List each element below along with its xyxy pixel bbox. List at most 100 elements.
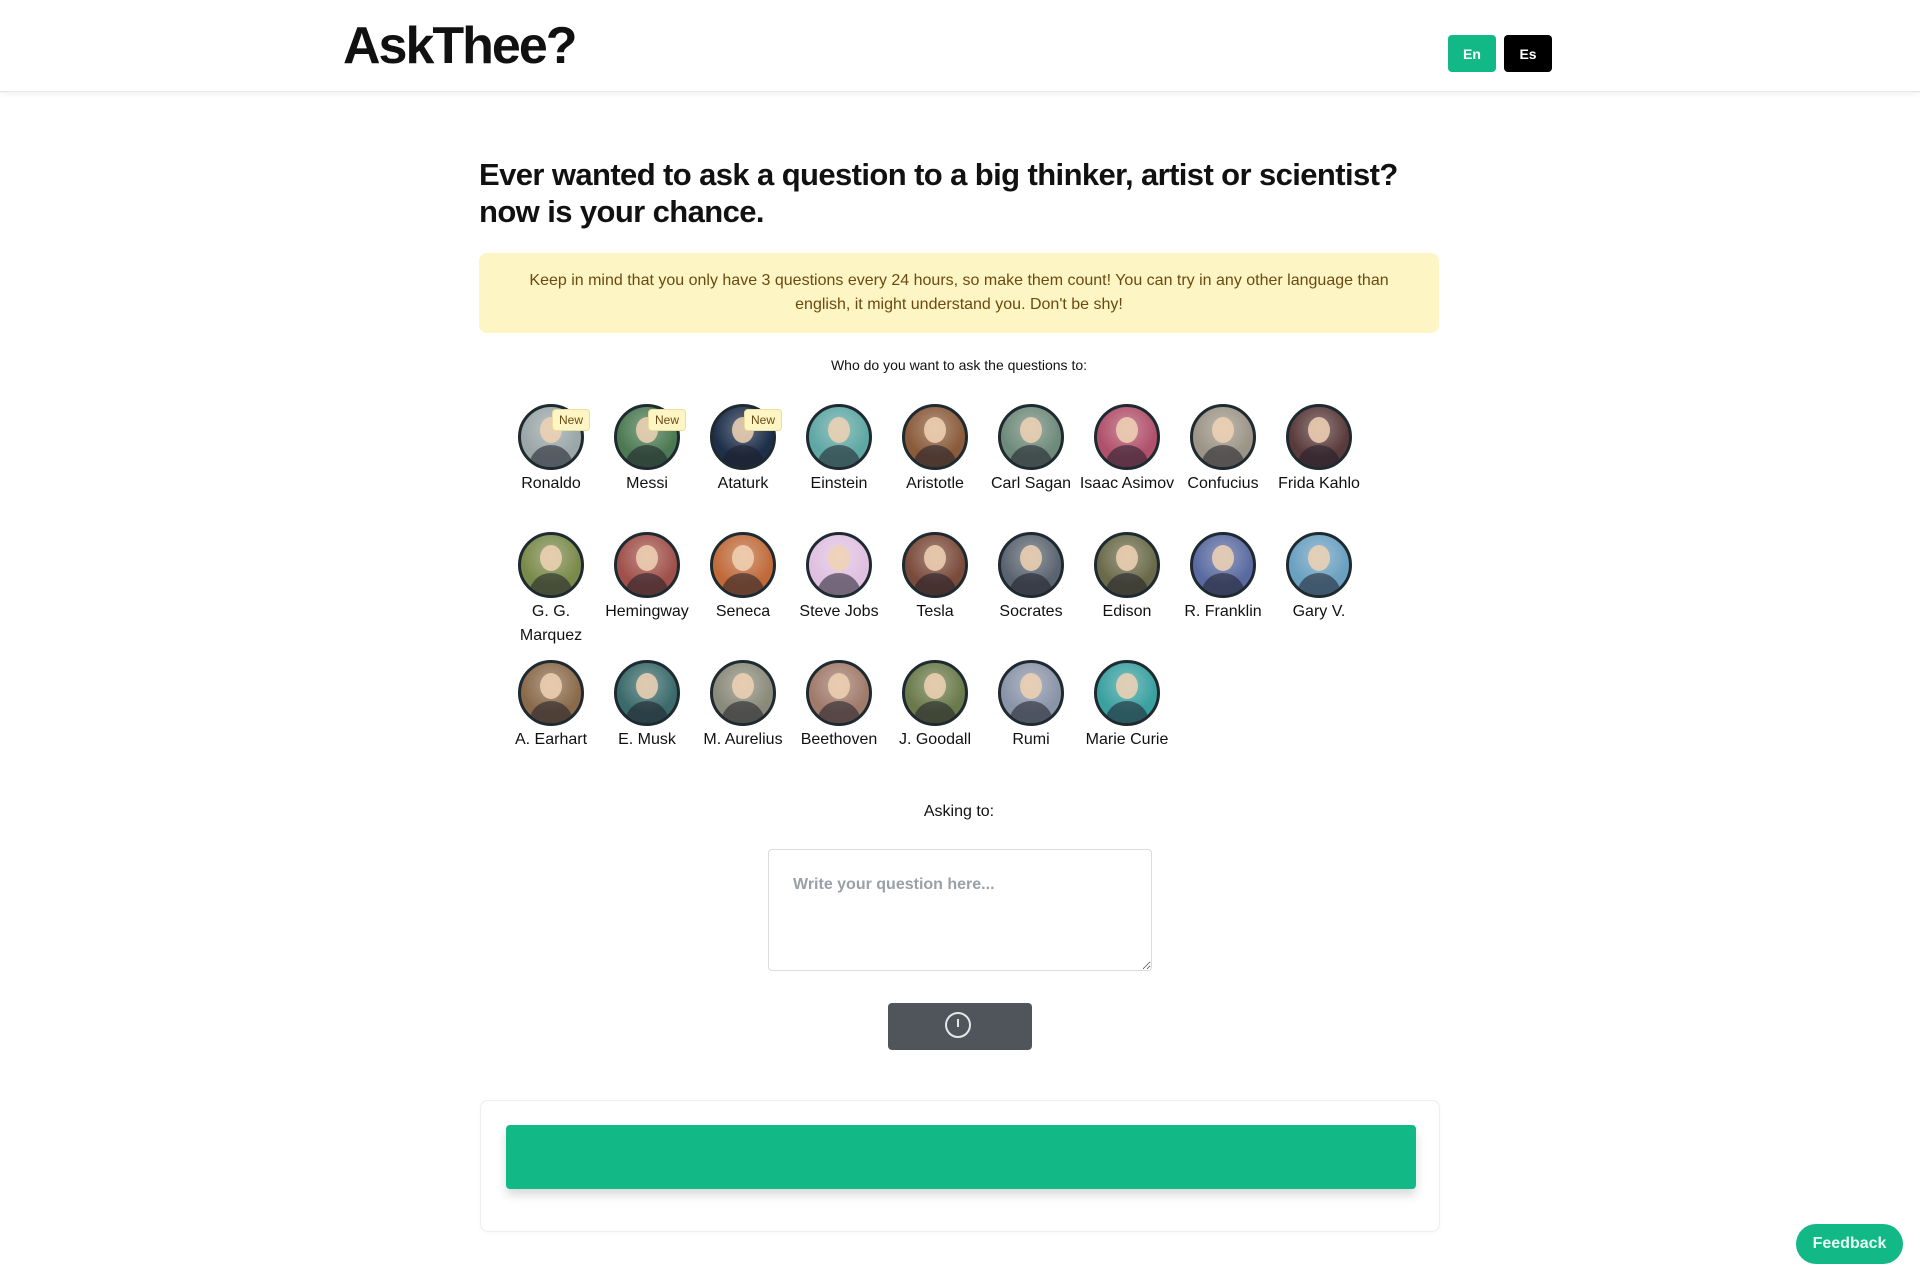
person-isaac-asimov[interactable]: Isaac Asimov (1079, 404, 1175, 532)
portrait-face (828, 417, 850, 443)
avatar[interactable] (998, 660, 1064, 726)
avatar[interactable] (1286, 532, 1352, 598)
portrait-body (1009, 701, 1053, 723)
portrait-body (529, 573, 573, 595)
portrait-body (817, 445, 861, 467)
avatar[interactable] (1190, 404, 1256, 470)
avatar[interactable] (710, 660, 776, 726)
avatar[interactable] (806, 404, 872, 470)
portrait-face (1020, 417, 1042, 443)
people-grid: New Ronaldo New Messi New Ataturk Einstein Aris… (503, 404, 1383, 788)
person-name: Gary V. (1292, 603, 1346, 620)
avatar[interactable] (902, 532, 968, 598)
person-name: Frida Kahlo (1278, 475, 1360, 492)
person-ataturk[interactable]: New Ataturk (695, 404, 791, 532)
person-name: Seneca (715, 603, 771, 620)
avatar[interactable] (806, 660, 872, 726)
avatar[interactable] (518, 532, 584, 598)
avatar[interactable] (998, 404, 1064, 470)
portrait-face (924, 417, 946, 443)
person-einstein[interactable]: Einstein (791, 404, 887, 532)
site-logo[interactable]: AskThee? (343, 16, 578, 76)
portrait-face (924, 673, 946, 699)
person-aristotle[interactable]: Aristotle (887, 404, 983, 532)
person-beethoven[interactable]: Beethoven (791, 660, 887, 788)
portrait-face (1116, 417, 1138, 443)
avatar[interactable] (1094, 404, 1160, 470)
person-rumi[interactable]: Rumi (983, 660, 1079, 788)
portrait-face (732, 545, 754, 571)
portrait-face (540, 673, 562, 699)
portrait-body (721, 573, 765, 595)
portrait-face (1020, 673, 1042, 699)
person-name: Messi (626, 475, 668, 492)
language-es-button[interactable]: Es (1504, 35, 1552, 72)
portrait-face (1020, 545, 1042, 571)
person-name: Carl Sagan (990, 475, 1072, 492)
person-gary-v[interactable]: Gary V. (1271, 532, 1367, 660)
person-tesla[interactable]: Tesla (887, 532, 983, 660)
person-marie-curie[interactable]: Marie Curie (1079, 660, 1175, 788)
avatar[interactable] (998, 532, 1064, 598)
avatar[interactable] (1190, 532, 1256, 598)
person-socrates[interactable]: Socrates (983, 532, 1079, 660)
portrait-body (1297, 445, 1341, 467)
person-e-musk[interactable]: E. Musk (599, 660, 695, 788)
person-m-aurelius[interactable]: M. Aurelius (695, 660, 791, 788)
person-name: Isaac Asimov (1079, 475, 1175, 492)
avatar[interactable] (1094, 660, 1160, 726)
portrait-body (1201, 573, 1245, 595)
person-g-g-marquez[interactable]: G. G. Marquez (503, 532, 599, 660)
person-confucius[interactable]: Confucius (1175, 404, 1271, 532)
portrait-body (721, 445, 765, 467)
portrait-face (540, 545, 562, 571)
person-hemingway[interactable]: Hemingway (599, 532, 695, 660)
new-badge: New (744, 409, 783, 431)
person-r-franklin[interactable]: R. Franklin (1175, 532, 1271, 660)
portrait-face (1116, 545, 1138, 571)
avatar[interactable] (1286, 404, 1352, 470)
portrait-face (1308, 417, 1330, 443)
person-ronaldo[interactable]: New Ronaldo (503, 404, 599, 532)
person-name: Socrates (999, 603, 1063, 620)
portrait-face (1116, 673, 1138, 699)
portrait-face (924, 545, 946, 571)
answer-bar (506, 1125, 1416, 1189)
portrait-face (828, 673, 850, 699)
question-limit-notice: Keep in mind that you only have 3 questi… (479, 253, 1439, 333)
avatar[interactable] (1094, 532, 1160, 598)
person-name: R. Franklin (1184, 603, 1262, 620)
avatar[interactable] (902, 404, 968, 470)
avatar[interactable] (902, 660, 968, 726)
person-a-earhart[interactable]: A. Earhart (503, 660, 599, 788)
feedback-button[interactable]: Feedback (1796, 1224, 1903, 1264)
person-messi[interactable]: New Messi (599, 404, 695, 532)
person-edison[interactable]: Edison (1079, 532, 1175, 660)
avatar[interactable] (614, 532, 680, 598)
avatar[interactable] (806, 532, 872, 598)
person-name: Einstein (810, 475, 868, 492)
portrait-body (625, 445, 669, 467)
portrait-face (1308, 545, 1330, 571)
person-frida-kahlo[interactable]: Frida Kahlo (1271, 404, 1367, 532)
person-carl-sagan[interactable]: Carl Sagan (983, 404, 1079, 532)
question-input[interactable] (768, 849, 1152, 971)
portrait-body (1105, 445, 1149, 467)
person-name: Beethoven (800, 731, 878, 748)
person-j-goodall[interactable]: J. Goodall (887, 660, 983, 788)
avatar[interactable] (518, 660, 584, 726)
language-en-button[interactable]: En (1448, 35, 1496, 72)
spinner-icon (945, 1012, 971, 1038)
portrait-body (1105, 701, 1149, 723)
person-seneca[interactable]: Seneca (695, 532, 791, 660)
person-name: Edison (1102, 603, 1152, 620)
person-steve-jobs[interactable]: Steve Jobs (791, 532, 887, 660)
portrait-body (817, 573, 861, 595)
person-name: Steve Jobs (799, 603, 879, 620)
portrait-body (817, 701, 861, 723)
avatar[interactable] (710, 532, 776, 598)
avatar[interactable] (614, 660, 680, 726)
portrait-body (1009, 573, 1053, 595)
submit-question-button[interactable] (888, 1003, 1032, 1050)
portrait-body (913, 701, 957, 723)
